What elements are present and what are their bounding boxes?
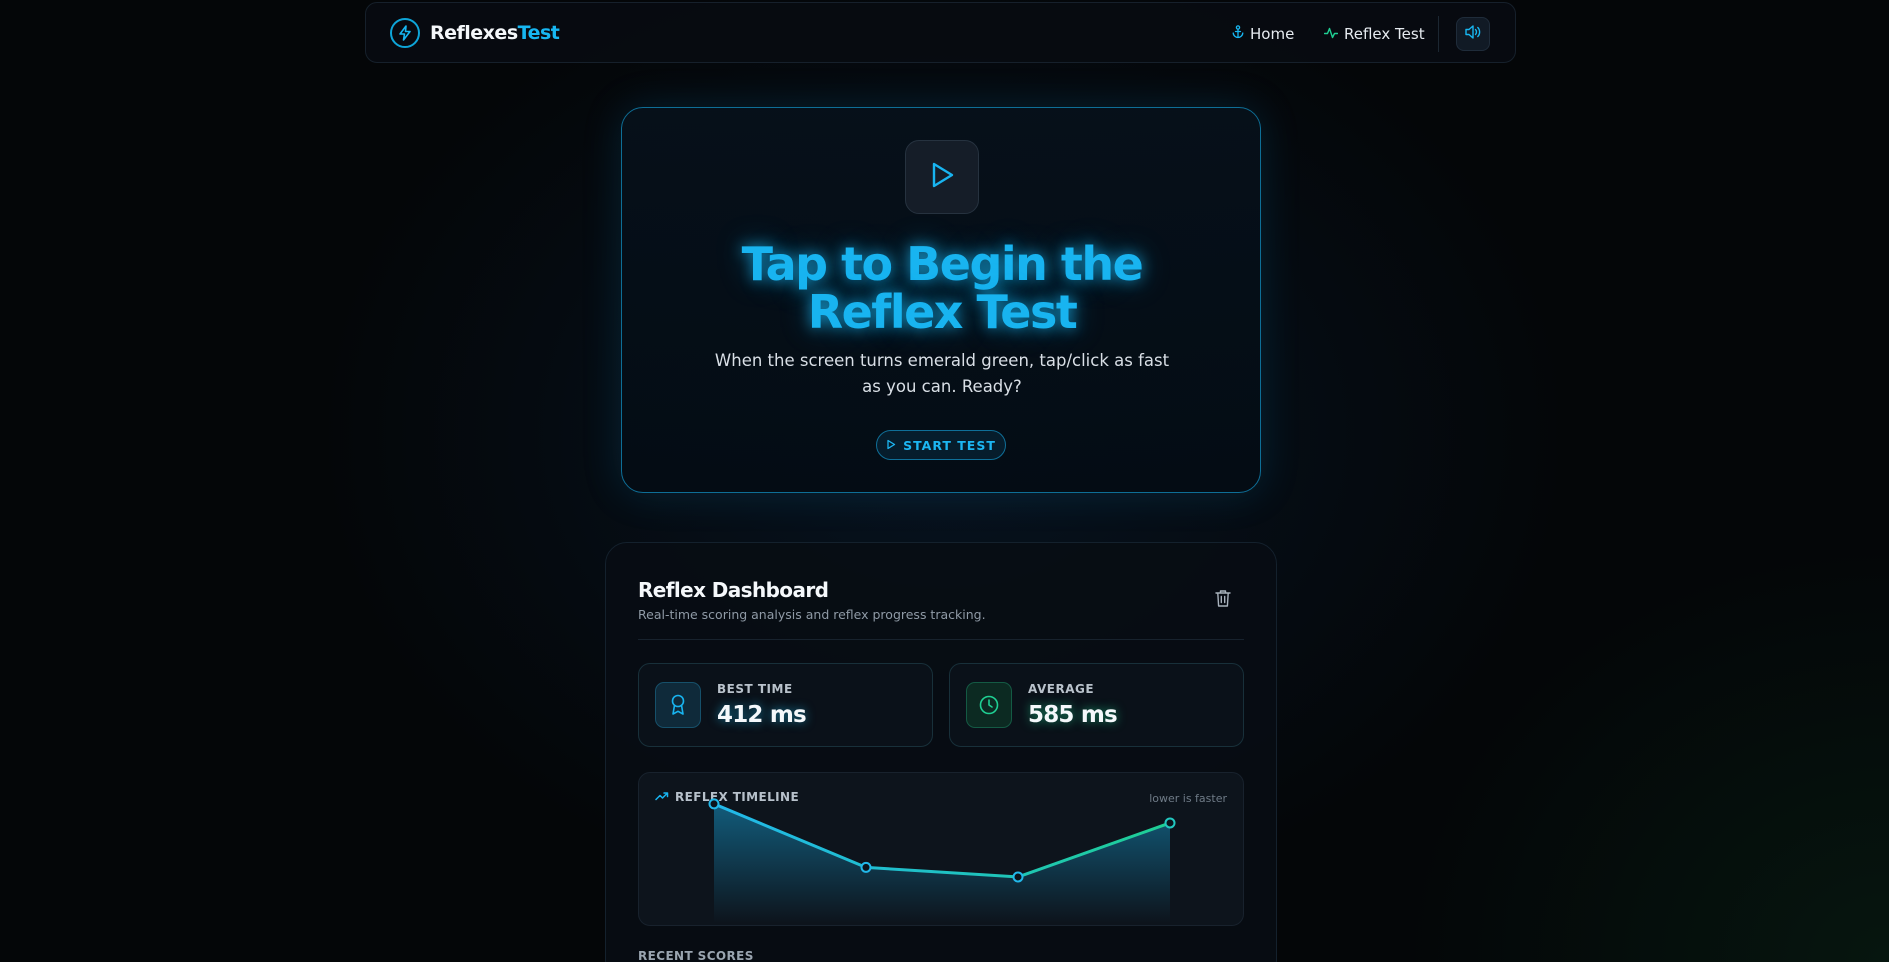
- timeline-plot: [708, 798, 1176, 923]
- nav-reflex-label: Reflex Test: [1344, 25, 1425, 43]
- best-time-card: BEST TIME 412 ms: [638, 663, 933, 747]
- start-test-label: START TEST: [903, 437, 996, 453]
- anchor-icon: [1232, 25, 1244, 43]
- clock-icon: [966, 682, 1012, 728]
- play-tile[interactable]: [905, 140, 979, 214]
- volume-icon: [1464, 24, 1482, 44]
- timeline-point[interactable]: [1012, 871, 1024, 883]
- timeline-point[interactable]: [708, 798, 720, 810]
- award-icon: [655, 682, 701, 728]
- nav-reflex-test-link[interactable]: Reflex Test: [1323, 25, 1425, 43]
- reflex-dashboard: Reflex Dashboard Real-time scoring analy…: [605, 542, 1277, 962]
- nav-home-label: Home: [1250, 25, 1295, 43]
- top-nav: ReflexesTest Home Reflex Test: [365, 2, 1516, 63]
- best-time-label: BEST TIME: [717, 682, 793, 696]
- timeline-point[interactable]: [1164, 817, 1176, 829]
- dashboard-title: Reflex Dashboard: [638, 578, 829, 602]
- hero-title: Tap to Begin the Reflex Test: [741, 237, 1144, 339]
- hero-subtitle: When the screen turns emerald green, tap…: [714, 351, 1170, 396]
- recent-scores-label: RECENT SCORES: [638, 949, 754, 962]
- average-card: AVERAGE 585 ms: [949, 663, 1244, 747]
- play-small-icon: [886, 438, 896, 453]
- best-time-value: 412 ms: [717, 702, 807, 728]
- timeline-area: [714, 803, 1170, 923]
- brand-primary: Reflexes: [430, 22, 518, 44]
- reflex-timeline-chart: REFLEX TIMELINE lower is faster: [638, 772, 1244, 926]
- clear-history-button[interactable]: [1214, 588, 1234, 610]
- dashboard-subtitle: Real-time scoring analysis and reflex pr…: [638, 607, 986, 622]
- brand-accent: Test: [517, 22, 560, 44]
- trash-icon: [1214, 590, 1232, 612]
- brand-name: ReflexesTest: [430, 22, 560, 44]
- average-value: 585 ms: [1028, 702, 1118, 728]
- sound-toggle-button[interactable]: [1456, 17, 1490, 51]
- brand-logo[interactable]: ReflexesTest: [390, 18, 560, 48]
- timeline-point[interactable]: [860, 861, 872, 873]
- activity-icon: [1323, 25, 1339, 43]
- play-icon: [928, 160, 956, 194]
- start-test-button[interactable]: START TEST: [876, 430, 1006, 460]
- nav-divider: [1438, 16, 1439, 52]
- dashboard-divider: [638, 639, 1244, 640]
- lightning-bolt-icon: [390, 18, 420, 48]
- nav-home-link[interactable]: Home: [1232, 25, 1294, 43]
- average-label: AVERAGE: [1028, 682, 1095, 696]
- start-test-card[interactable]: Tap to Begin the Reflex Test When the sc…: [621, 107, 1261, 493]
